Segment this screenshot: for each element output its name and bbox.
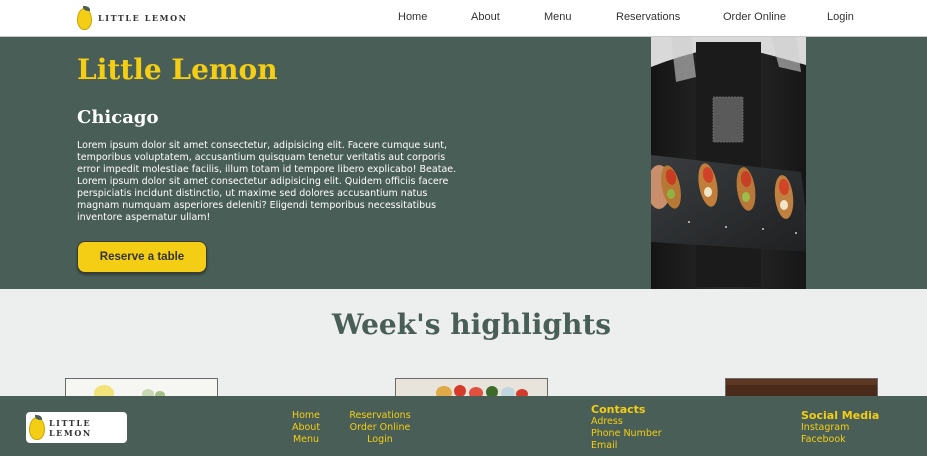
hero-photo xyxy=(651,37,806,289)
footer-contact-email: Email xyxy=(591,440,618,451)
brand-logo[interactable]: LITTLE LEMON xyxy=(77,5,188,31)
lemon-icon xyxy=(77,6,92,30)
footer-link-facebook[interactable]: Facebook xyxy=(801,434,879,446)
nav-link-home[interactable]: Home xyxy=(398,11,427,23)
brand-name: LITTLE LEMON xyxy=(98,13,188,23)
footer-contacts: Contacts Adress Phone Number Email xyxy=(591,404,662,452)
nav-link-login[interactable]: Login xyxy=(827,11,854,23)
nav-link-menu[interactable]: Menu xyxy=(544,11,572,23)
footer-brand-name: LITTLE LEMON xyxy=(48,417,92,438)
lemon-icon xyxy=(29,414,45,441)
reserve-table-button[interactable]: Reserve a table xyxy=(77,241,207,273)
hero-subtitle: Chicago xyxy=(77,107,159,128)
highlight-card-image[interactable] xyxy=(65,378,218,398)
footer-logo[interactable]: LITTLE LEMON xyxy=(26,412,127,443)
hero-description: Lorem ipsum dolor sit amet consectetur, … xyxy=(77,140,457,223)
footer-link-instagram[interactable]: Instagram xyxy=(801,422,879,434)
highlight-card-image[interactable] xyxy=(395,378,548,398)
footer-link-home[interactable]: Home xyxy=(288,410,324,422)
footer-link-order-online[interactable]: Order Online xyxy=(346,422,414,434)
footer-contact-phone: Phone Number xyxy=(591,428,662,439)
footer-nav-column: Home About Menu xyxy=(288,410,324,446)
footer-link-reservations[interactable]: Reservations xyxy=(346,410,414,422)
footer-link-login[interactable]: Login xyxy=(346,434,414,446)
footer-social-title: Social Media xyxy=(801,409,880,422)
footer-contacts-title: Contacts xyxy=(591,403,646,416)
footer-contact-address: Adress xyxy=(591,416,623,427)
hero-section: Little Lemon Chicago Lorem ipsum dolor s… xyxy=(0,37,927,289)
nav-link-reservations[interactable]: Reservations xyxy=(616,11,680,23)
highlight-card-image[interactable] xyxy=(725,378,878,398)
footer-link-menu[interactable]: Menu xyxy=(288,434,324,446)
top-nav: LITTLE LEMON Home About Menu Reservation… xyxy=(0,0,927,37)
hero-title: Little Lemon xyxy=(77,53,278,86)
highlights-title: Week's highlights xyxy=(331,308,612,341)
nav-link-about[interactable]: About xyxy=(471,11,500,23)
nav-link-order-online[interactable]: Order Online xyxy=(723,11,786,23)
footer-link-about[interactable]: About xyxy=(288,422,324,434)
page: LITTLE LEMON Home About Menu Reservation… xyxy=(0,0,927,456)
highlights-section: Week's highlights xyxy=(0,289,927,398)
footer: LITTLE LEMON Home About Menu Reservation… xyxy=(0,396,927,456)
footer-nav-column: Reservations Order Online Login xyxy=(346,410,414,446)
footer-social: Social Media Instagram Facebook xyxy=(801,410,879,446)
